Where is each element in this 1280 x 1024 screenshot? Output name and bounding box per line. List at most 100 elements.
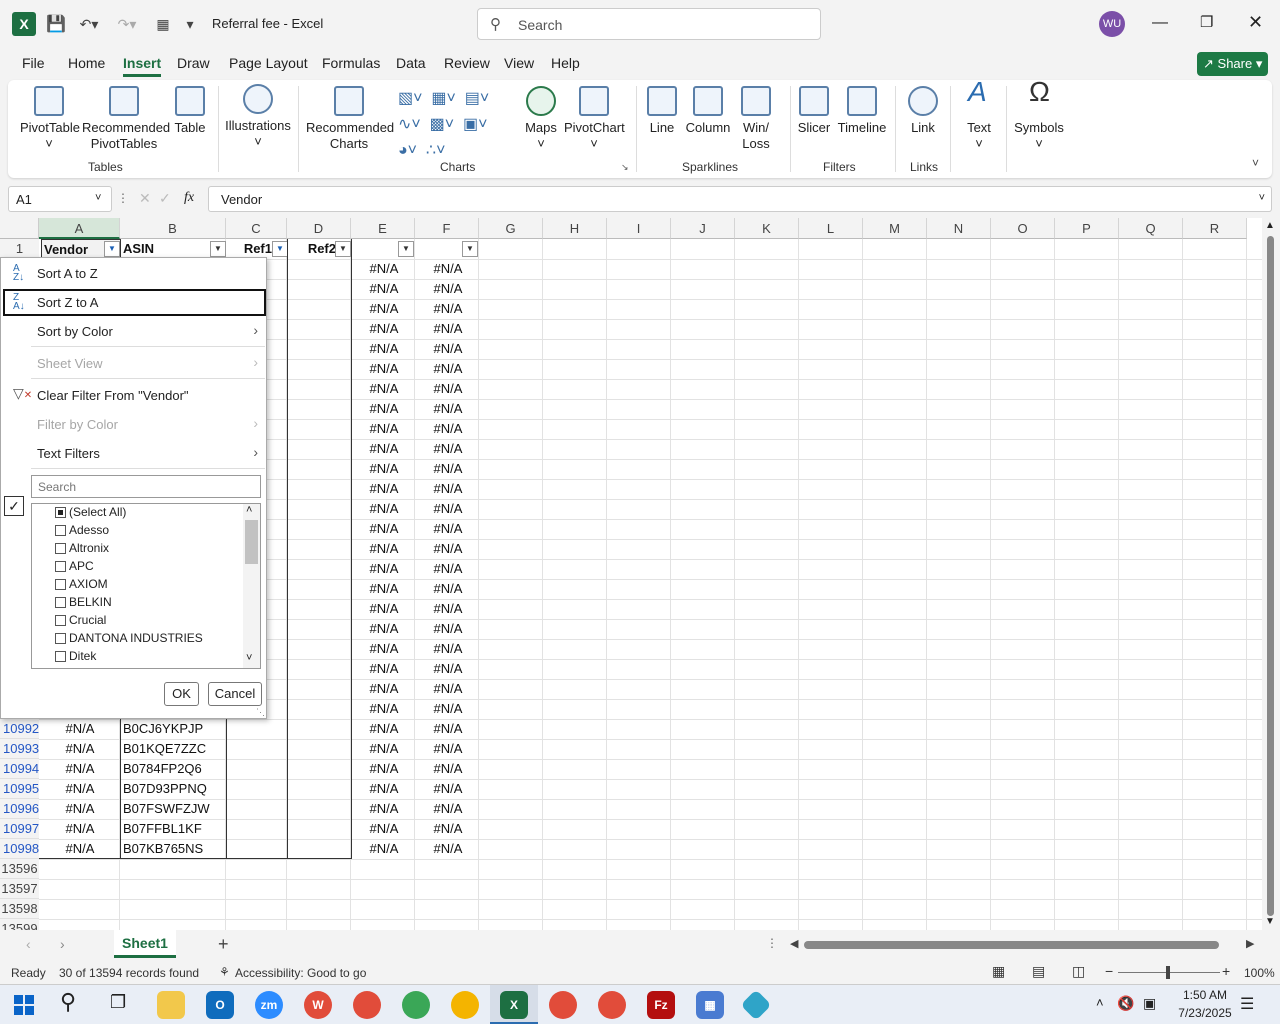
cell-asin[interactable]: B07KB765NS: [123, 839, 226, 859]
row-header[interactable]: 13597: [0, 879, 39, 899]
cell-f[interactable]: #N/A: [416, 699, 480, 719]
clock-time[interactable]: 1:50 AM: [1173, 988, 1237, 1002]
excel-icon[interactable]: X: [500, 991, 528, 1019]
column-header[interactable]: L: [799, 218, 863, 239]
cell-asin[interactable]: B0784FP2Q6: [123, 759, 226, 779]
cell-f[interactable]: #N/A: [416, 319, 480, 339]
column-header[interactable]: C: [226, 218, 287, 239]
cell-f[interactable]: #N/A: [416, 599, 480, 619]
cell-f[interactable]: #N/A: [416, 679, 480, 699]
filter-search-input[interactable]: Search: [31, 475, 261, 498]
cell-e[interactable]: #N/A: [352, 579, 416, 599]
user-avatar[interactable]: WU: [1099, 11, 1125, 37]
tab-help[interactable]: Help: [551, 55, 580, 71]
filter-item-label[interactable]: (Select All): [69, 505, 126, 519]
sheet-tab-sheet1[interactable]: Sheet1: [114, 930, 176, 958]
row-header[interactable]: 10992: [0, 719, 39, 739]
outlook-icon[interactable]: O: [206, 991, 234, 1019]
zoom-level[interactable]: 100%: [1244, 966, 1275, 980]
tab-view[interactable]: View: [504, 55, 534, 71]
cell-e[interactable]: #N/A: [352, 779, 416, 799]
cell-asin[interactable]: B07FFBL1KF: [123, 819, 226, 839]
tab-review[interactable]: Review: [444, 55, 490, 71]
tab-data[interactable]: Data: [396, 55, 426, 71]
symbols-button[interactable]: Ω Symbols ˅: [1014, 78, 1064, 152]
page-layout-view-icon[interactable]: ▤: [1032, 963, 1045, 980]
select-all-corner[interactable]: [0, 218, 39, 239]
sort-az-item[interactable]: Sort A to Z: [37, 266, 98, 281]
cell-vendor[interactable]: #N/A: [40, 839, 120, 859]
maps-button[interactable]: Maps ˅: [524, 86, 558, 152]
cell-f[interactable]: #N/A: [416, 459, 480, 479]
scroll-down-icon[interactable]: ▼: [1265, 916, 1275, 927]
scroll-left-icon[interactable]: ◀: [790, 937, 798, 950]
chrome-icon[interactable]: W: [304, 991, 332, 1019]
cell-f[interactable]: #N/A: [416, 659, 480, 679]
cell-asin[interactable]: B0CJ6YKPJP: [123, 719, 226, 739]
filter-item-label[interactable]: DANTONA INDUSTRIES: [69, 631, 203, 645]
cell-vendor[interactable]: #N/A: [40, 819, 120, 839]
header-cell-ref1[interactable]: Ref1: [227, 239, 272, 259]
list-scrollbar-thumb[interactable]: [245, 520, 258, 564]
column-header[interactable]: K: [735, 218, 799, 239]
add-sheet-icon[interactable]: +: [218, 934, 229, 955]
cell-e[interactable]: #N/A: [352, 339, 416, 359]
cell-f[interactable]: #N/A: [416, 739, 480, 759]
cell-e[interactable]: #N/A: [352, 419, 416, 439]
recommended-pivot-button[interactable]: Recommended PivotTables: [82, 86, 170, 152]
filter-active-icon[interactable]: ▼: [104, 241, 120, 257]
cell-f[interactable]: #N/A: [416, 719, 480, 739]
search-icon[interactable]: ⚲: [60, 989, 76, 1015]
pivot-chart-button[interactable]: PivotChart ˅: [564, 86, 625, 152]
filezilla-icon[interactable]: Fz: [647, 991, 675, 1019]
column-header[interactable]: I: [607, 218, 671, 239]
filter-item-label[interactable]: APC: [69, 559, 94, 573]
cell-f[interactable]: #N/A: [416, 619, 480, 639]
cell-e[interactable]: #N/A: [352, 319, 416, 339]
page-break-view-icon[interactable]: ◫: [1072, 963, 1085, 980]
waterfall-chart-icon[interactable]: ▤˅: [465, 90, 489, 107]
filter-item-label[interactable]: Crucial: [69, 613, 106, 627]
file-explorer-icon[interactable]: [157, 991, 185, 1019]
row-header[interactable]: 13596: [0, 859, 39, 879]
cell-f[interactable]: #N/A: [416, 339, 480, 359]
filter-dropdown-icon[interactable]: ▼: [462, 241, 478, 257]
cell-asin[interactable]: B07FSWFZJW: [123, 799, 226, 819]
cell-e[interactable]: #N/A: [352, 819, 416, 839]
column-header[interactable]: Q: [1119, 218, 1183, 239]
filter-item-label[interactable]: BELKIN: [69, 595, 112, 609]
column-header[interactable]: F: [415, 218, 479, 239]
statistic-chart-icon[interactable]: ▩˅: [430, 116, 454, 133]
cell-f[interactable]: #N/A: [416, 819, 480, 839]
row-header[interactable]: 10993: [0, 739, 39, 759]
cell-f[interactable]: #N/A: [416, 639, 480, 659]
cell-e[interactable]: #N/A: [352, 479, 416, 499]
link-button[interactable]: Link: [904, 86, 942, 136]
name-box[interactable]: A1 ˅: [8, 186, 112, 212]
column-header[interactable]: M: [863, 218, 927, 239]
save-icon[interactable]: 💾: [44, 12, 68, 36]
cell-e[interactable]: #N/A: [352, 499, 416, 519]
cell-asin[interactable]: B07D93PPNQ: [123, 779, 226, 799]
resize-grip-icon[interactable]: ⋱: [256, 707, 265, 718]
cancel-button[interactable]: Cancel: [208, 682, 262, 706]
confirm-entry-icon[interactable]: ✓: [159, 190, 171, 207]
more-options-icon[interactable]: ⋮: [766, 936, 778, 950]
cell-f[interactable]: #N/A: [416, 419, 480, 439]
filter-dropdown-icon[interactable]: ▼: [398, 241, 414, 257]
cell-e[interactable]: #N/A: [352, 619, 416, 639]
cell-e[interactable]: #N/A: [352, 459, 416, 479]
cell-e[interactable]: #N/A: [352, 539, 416, 559]
collapse-ribbon-icon[interactable]: ˅: [1252, 156, 1259, 170]
tab-file[interactable]: File: [22, 55, 45, 71]
recommended-charts-button[interactable]: Recommended Charts: [306, 86, 394, 152]
filter-item-checkbox[interactable]: [55, 597, 66, 608]
cell-e[interactable]: #N/A: [352, 639, 416, 659]
cell-e[interactable]: #N/A: [352, 599, 416, 619]
cell-e[interactable]: #N/A: [352, 439, 416, 459]
line-chart-icon[interactable]: ∿˅: [398, 116, 421, 133]
ok-button[interactable]: OK: [164, 682, 199, 706]
column-header[interactable]: R: [1183, 218, 1247, 239]
cell-f[interactable]: #N/A: [416, 499, 480, 519]
column-header[interactable]: N: [927, 218, 991, 239]
